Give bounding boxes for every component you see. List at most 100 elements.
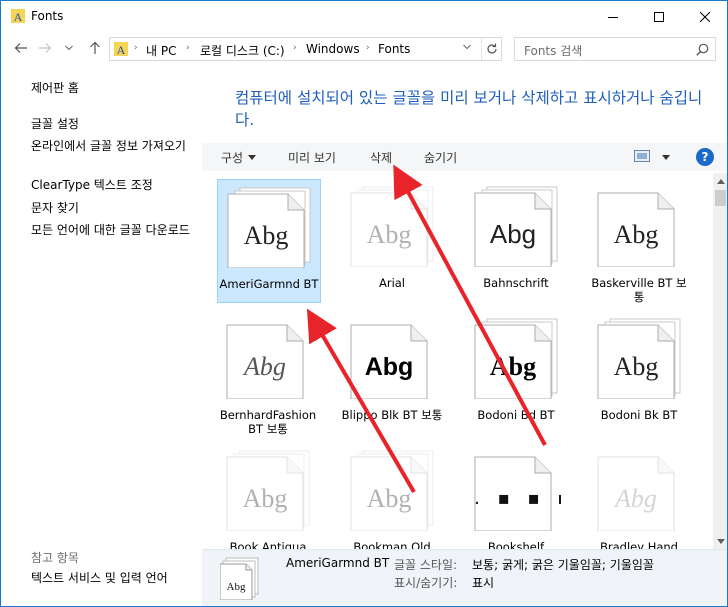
details-pane: Abg AmeriGarmnd BT 글꼴 스타일: 보통; 굵게; 굵은 기울… [202, 549, 727, 606]
font-tile[interactable]: Abg Blippo Blk BT 보통 [341, 311, 445, 435]
font-file-icon: Abg [597, 318, 681, 399]
preview-button[interactable]: 미리 보기 [288, 149, 336, 166]
font-tile[interactable]: Abg Book Antiqua [217, 443, 321, 549]
selected-font-name: AmeriGarmnd BT [286, 556, 390, 570]
selected-font-thumbnail: Abg [220, 557, 259, 600]
font-tile-label: Baskerville BT 보통 [591, 276, 687, 304]
font-tile[interactable]: Abg BernhardFashion BT 보통 [217, 311, 321, 436]
minimize-button[interactable] [590, 1, 636, 32]
font-tile-label: AmeriGarmnd BT [219, 277, 319, 291]
font-sample-text: Abg [365, 353, 414, 381]
breadcrumb-fonts[interactable]: Fonts [378, 42, 410, 56]
font-tile[interactable]: Abg Baskerville BT 보통 [588, 179, 692, 304]
font-tile[interactable]: Abg Bodoni Bk BT [588, 311, 692, 435]
fonts-folder-icon: A [114, 42, 128, 56]
font-file-icon: Abg [597, 192, 675, 267]
refresh-button[interactable] [481, 38, 502, 60]
scroll-down-icon [716, 538, 725, 544]
search-placeholder[interactable]: Fonts 검색 [524, 42, 582, 59]
thumbnail-sample-text: Abg [227, 581, 246, 593]
font-style-label: 글꼴 스타일: [394, 558, 458, 572]
up-button[interactable] [85, 38, 105, 58]
font-tile-label: Bookman Old [353, 540, 431, 549]
font-tile-label: Arial [378, 276, 406, 290]
font-sample-text: Abg [367, 484, 412, 513]
font-tile-label: Book Antiqua [229, 540, 307, 549]
breadcrumb-local-disk[interactable]: 로컬 디스크 (C:) [200, 42, 285, 59]
back-button[interactable] [11, 38, 31, 58]
caret-down-icon [661, 155, 670, 160]
minimize-icon [608, 16, 618, 18]
address-bar[interactable]: A › 내 PC › 로컬 디스크 (C:) › Windows › Fonts [109, 37, 502, 61]
control-panel-home-link[interactable]: 제어판 홈 [31, 81, 196, 96]
font-sample-text: Abg [614, 220, 659, 249]
font-file-icon: .:. ▪ ▪ ▪ [471, 456, 561, 531]
close-icon [700, 11, 710, 22]
vertical-scrollbar[interactable] [713, 173, 727, 549]
help-icon[interactable]: ? [696, 148, 714, 166]
window-title: Fonts [31, 9, 64, 23]
view-options-button[interactable] [634, 150, 670, 165]
font-tile-label: Bodoni Bk BT [600, 408, 678, 422]
delete-button[interactable]: 삭제 [370, 149, 392, 166]
visibility-label: 표시/숨기기: [394, 576, 458, 590]
font-file-icon: Abg [350, 324, 428, 399]
font-file-icon: Abg [350, 450, 434, 531]
address-dropdown-icon[interactable] [463, 44, 471, 50]
search-icon [696, 43, 709, 56]
command-bar: 구성 미리 보기 삭제 숨기기 ? [202, 143, 727, 171]
font-tile[interactable]: Abg Bahnschrift [465, 179, 569, 303]
font-sample-text: Abg [490, 352, 536, 381]
see-also-heading: 참고 항목 [31, 551, 79, 565]
refresh-icon [487, 43, 497, 54]
maximize-icon [654, 11, 664, 22]
main-pane: 컴퓨터에 설치되어 있는 글꼴을 미리 보거나 삭제하고 표시하거나 숨깁니다.… [202, 63, 727, 606]
font-file-icon: Abg [350, 186, 434, 267]
back-arrow-icon [14, 43, 27, 53]
title-bar[interactable]: A Fonts [1, 1, 727, 32]
font-sample-text: Abg [490, 219, 536, 249]
font-tile[interactable]: Abg Arial [341, 179, 445, 303]
font-tile-label: Bookshelf [487, 540, 545, 549]
view-icon [634, 150, 650, 162]
scroll-thumb[interactable] [715, 190, 726, 206]
sidebar: 제어판 홈 글꼴 설정 온라인에서 글꼴 정보 가져오기 ClearType 텍… [1, 63, 201, 606]
font-sample-text: Abg [243, 484, 288, 513]
recent-locations-button[interactable] [63, 38, 75, 58]
font-file-icon: Abg [226, 324, 304, 399]
find-character-link[interactable]: 문자 찾기 [31, 201, 196, 216]
download-fonts-all-languages-link[interactable]: 모든 언어에 대한 글꼴 다운로드 [31, 223, 196, 238]
up-arrow-icon [90, 41, 100, 54]
forward-button[interactable] [35, 38, 55, 58]
font-tile-label: Bodoni Bd BT [477, 408, 555, 422]
text-services-link[interactable]: 텍스트 서비스 및 입력 언어 [31, 571, 196, 586]
font-tile[interactable]: Abg Bookman Old [341, 443, 445, 549]
font-grid: Abg AmeriGarmnd BT Abg Arial Abg Bahnschrift A… [202, 173, 713, 549]
font-tile[interactable]: Abg AmeriGarmnd BT [217, 179, 321, 303]
font-tile-label: BernhardFashion BT 보통 [219, 408, 317, 436]
visibility-value: 표시 [472, 576, 495, 590]
get-font-info-online-link[interactable]: 온라인에서 글꼴 정보 가져오기 [31, 139, 196, 154]
caret-down-icon [248, 155, 257, 160]
search-box[interactable]: Fonts 검색 [514, 37, 716, 61]
hide-button[interactable]: 숨기기 [424, 149, 457, 166]
breadcrumb-separator-icon: › [366, 43, 370, 53]
font-sample-text: Abg [244, 221, 289, 250]
close-button[interactable] [682, 1, 727, 32]
adjust-cleartype-link[interactable]: ClearType 텍스트 조정 [31, 178, 196, 193]
page-description: 컴퓨터에 설치되어 있는 글꼴을 미리 보거나 삭제하고 표시하거나 숨깁니다. [235, 89, 703, 129]
scroll-down-button[interactable] [713, 533, 727, 549]
breadcrumb-separator-icon: › [186, 43, 190, 53]
maximize-button[interactable] [636, 1, 682, 32]
font-tile-label: Bradley Hand [600, 540, 678, 549]
organize-button[interactable]: 구성 [221, 149, 257, 166]
breadcrumb-separator-icon: › [293, 43, 297, 53]
font-settings-link[interactable]: 글꼴 설정 [31, 117, 196, 132]
font-sample-text: .:. ▪ ▪ ▪ [471, 488, 561, 509]
breadcrumb-this-pc[interactable]: 내 PC [146, 42, 176, 59]
font-tile[interactable]: Abg Bradley Hand [588, 443, 692, 549]
scroll-up-button[interactable] [713, 173, 727, 189]
font-tile[interactable]: Abg Bodoni Bd BT [465, 311, 569, 435]
font-tile[interactable]: .:. ▪ ▪ ▪ Bookshelf [465, 443, 569, 549]
breadcrumb-windows[interactable]: Windows [306, 42, 360, 56]
